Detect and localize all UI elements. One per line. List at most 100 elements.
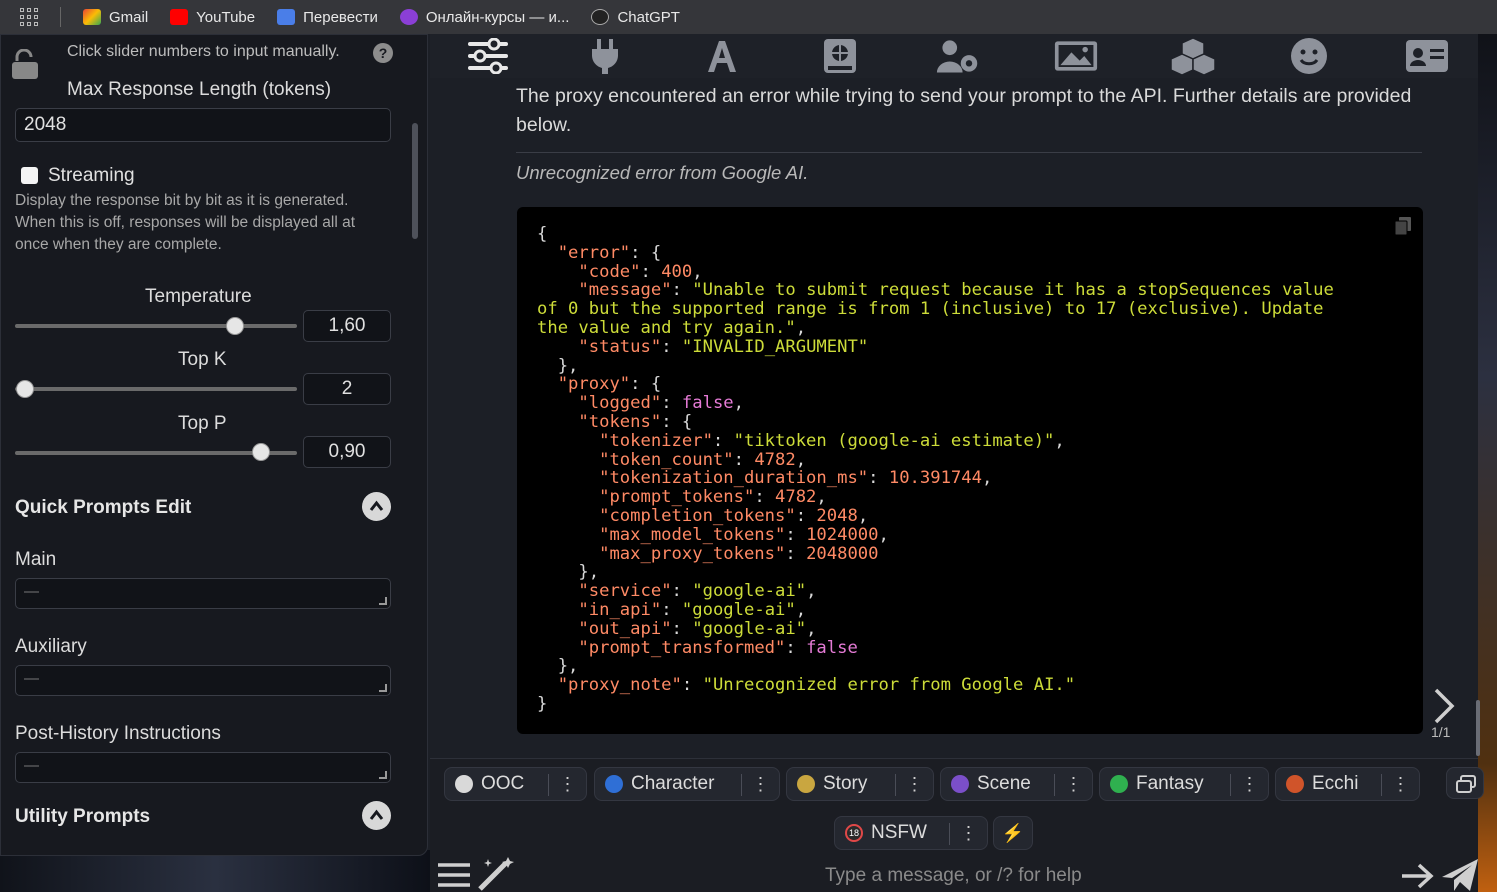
chip-dot	[797, 775, 815, 793]
chip-menu-icon[interactable]: ⋮	[741, 774, 779, 796]
windows-icon	[1456, 775, 1476, 793]
background-scenery-right	[1478, 34, 1497, 892]
toggle-chips-button[interactable]	[1446, 767, 1484, 799]
top-k-slider-thumb[interactable]	[16, 380, 34, 398]
code-value: 400	[661, 261, 693, 282]
max-proxy-tokens-value: 2048000	[806, 543, 879, 564]
chip-menu-icon[interactable]: ⋮	[1381, 774, 1419, 796]
chip-story[interactable]: Story ⋮	[786, 767, 934, 801]
id-card-icon[interactable]	[1405, 36, 1449, 76]
main-prompt-textarea[interactable]: —	[15, 578, 391, 609]
logged-value: false	[681, 393, 734, 414]
max-response-label: Max Response Length (tokens)	[67, 79, 332, 100]
chip-ooc[interactable]: OOC ⋮	[444, 767, 587, 801]
main-prompt-label: Main	[15, 549, 57, 570]
temperature-label: Temperature	[145, 286, 252, 307]
swipe-right-icon[interactable]	[1432, 688, 1456, 724]
chip-scene[interactable]: Scene ⋮	[940, 767, 1093, 801]
error-title: Unrecognized error from Google AI.	[516, 162, 809, 183]
bookmark-translate[interactable]: Перевести	[277, 9, 378, 26]
chip-character[interactable]: Character ⋮	[594, 767, 780, 801]
chip-fantasy[interactable]: Fantasy ⋮	[1099, 767, 1269, 801]
translate-icon	[277, 9, 296, 25]
chip-nsfw[interactable]: 18 NSFW ⋮	[834, 816, 988, 850]
copy-icon[interactable]	[1395, 217, 1411, 235]
chip-dot	[605, 775, 623, 793]
quick-reply-bar: OOC ⋮ Character ⋮ Story ⋮ Scene ⋮ Fantas…	[430, 758, 1484, 892]
temperature-slider[interactable]	[15, 324, 297, 328]
image-icon[interactable]	[1054, 36, 1098, 76]
chat-scrollbar[interactable]	[1476, 700, 1480, 756]
chip-dot	[455, 775, 473, 793]
max-response-input[interactable]: 2048	[15, 108, 391, 142]
slider-hint: Click slider numbers to input manually.	[67, 43, 340, 60]
chip-menu-icon[interactable]: ⋮	[548, 774, 586, 796]
error-code-block: { "error": { "code": 400, "message": "Un…	[517, 207, 1423, 734]
smile-icon[interactable]	[1287, 36, 1331, 76]
auxiliary-prompt-label: Auxiliary	[15, 636, 87, 657]
chip-menu-icon[interactable]: ⋮	[1054, 774, 1092, 796]
arrow-right-icon[interactable]	[1400, 863, 1434, 889]
quick-prompts-title: Quick Prompts Edit	[15, 497, 192, 518]
chip-ecchi[interactable]: Ecchi ⋮	[1275, 767, 1420, 801]
tokenization-duration-value: 10.391744	[888, 468, 982, 489]
in-api-value: "google-ai"	[681, 599, 796, 620]
chatgpt-icon	[591, 9, 610, 25]
top-toolbar	[430, 34, 1478, 78]
hamburger-menu-icon[interactable]	[438, 862, 470, 888]
message-divider	[516, 152, 1422, 153]
chip-dot	[1286, 775, 1304, 793]
utility-prompts-collapse-button[interactable]	[362, 801, 391, 830]
chip-dot	[951, 775, 969, 793]
help-icon[interactable]: ?	[373, 43, 393, 63]
bolt-icon[interactable]: ⚡	[993, 816, 1033, 850]
top-p-label: Top P	[178, 413, 227, 434]
resize-grip-icon[interactable]	[379, 597, 387, 605]
gmail-icon	[83, 9, 101, 25]
cubes-icon[interactable]	[1171, 36, 1215, 76]
top-k-label: Top K	[178, 349, 227, 370]
bookmark-youtube[interactable]: YouTube	[170, 9, 255, 26]
resize-grip-icon[interactable]	[379, 771, 387, 779]
message-input[interactable]: Type a message, or /? for help	[825, 865, 1082, 887]
quick-prompts-collapse-button[interactable]	[362, 492, 391, 521]
message-text: The proxy encountered an error while try…	[516, 85, 1412, 136]
tokenizer-value: "tiktoken (google-ai estimate)"	[733, 430, 1055, 451]
auxiliary-prompt-textarea[interactable]: —	[15, 665, 391, 696]
streaming-checkbox[interactable]	[21, 167, 38, 184]
send-icon[interactable]	[1440, 857, 1480, 892]
completion-tokens-value: 2048	[816, 505, 858, 526]
bookmark-chatgpt[interactable]: ChatGPT	[591, 9, 680, 26]
bookmark-courses[interactable]: Онлайн-курсы — и...	[399, 9, 569, 26]
chevron-up-icon	[369, 500, 384, 511]
post-history-textarea[interactable]: —	[15, 752, 391, 783]
chip-menu-icon[interactable]: ⋮	[1230, 774, 1268, 796]
apps-grid-icon[interactable]	[20, 8, 38, 26]
max-model-tokens-value: 1024000	[806, 524, 879, 545]
user-gear-icon[interactable]	[936, 36, 980, 76]
sliders-icon[interactable]	[466, 36, 510, 76]
resize-grip-icon[interactable]	[379, 684, 387, 692]
courses-icon	[399, 9, 418, 25]
service-value: "google-ai"	[692, 581, 807, 602]
panel-scrollbar[interactable]	[412, 123, 418, 239]
magic-wand-icon[interactable]	[476, 857, 516, 891]
font-icon[interactable]	[700, 36, 744, 76]
bookmark-gmail[interactable]: Gmail	[83, 9, 148, 26]
top-p-slider-thumb[interactable]	[252, 443, 270, 461]
token-count-value: 4782	[754, 449, 796, 470]
post-history-label: Post-History Instructions	[15, 723, 221, 744]
plug-icon[interactable]	[583, 36, 627, 76]
top-k-value[interactable]: 2	[303, 373, 391, 405]
streaming-label: Streaming	[48, 165, 135, 186]
temperature-slider-thumb[interactable]	[226, 317, 244, 335]
top-k-slider[interactable]	[15, 387, 297, 391]
chip-menu-icon[interactable]: ⋮	[949, 823, 987, 845]
nsfw-badge-icon: 18	[845, 824, 863, 842]
unlock-icon[interactable]	[11, 49, 39, 79]
book-globe-icon[interactable]	[818, 36, 862, 76]
top-p-value[interactable]: 0,90	[303, 436, 391, 468]
temperature-value[interactable]: 1,60	[303, 310, 391, 342]
chip-menu-icon[interactable]: ⋮	[895, 774, 933, 796]
status-value: "INVALID_ARGUMENT"	[681, 336, 869, 357]
